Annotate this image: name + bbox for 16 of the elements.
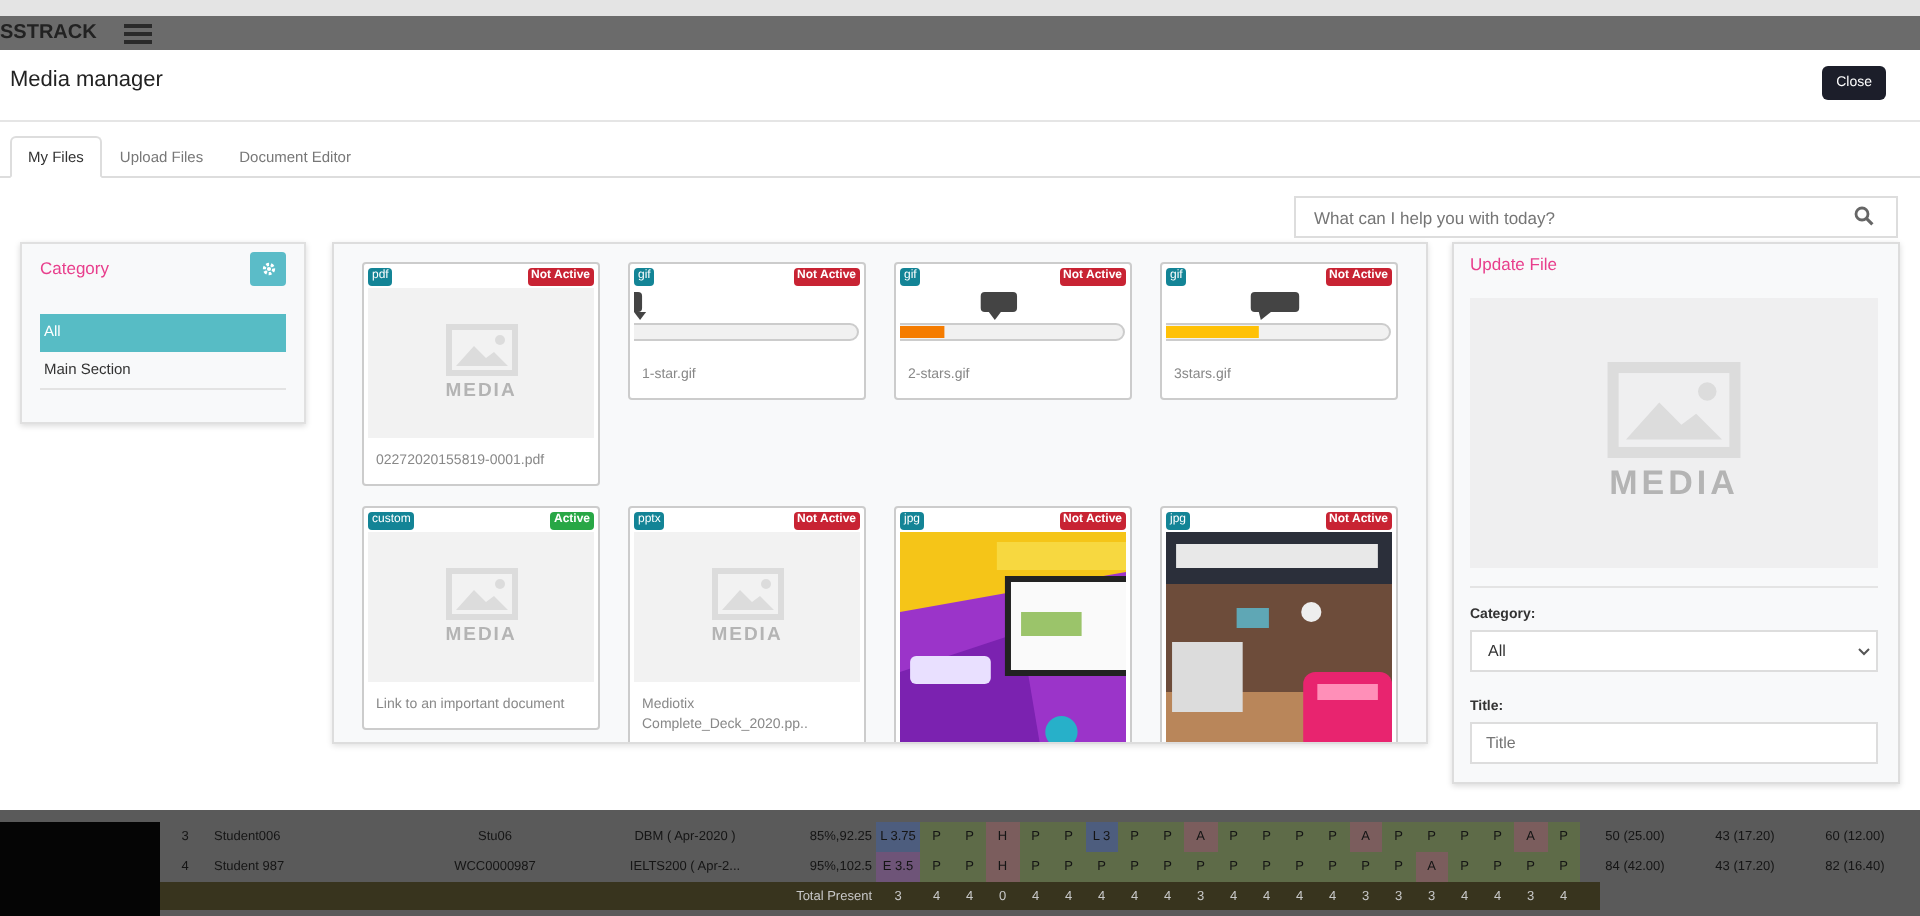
category-select[interactable]: All	[1470, 630, 1878, 672]
settings-button[interactable]	[250, 252, 286, 286]
logo: SSTRACK	[0, 20, 97, 48]
placeholder-label: MEDIA	[445, 624, 517, 646]
dialog-title: Media manager	[10, 68, 163, 92]
placeholder-label: MEDIA	[711, 624, 783, 646]
search-icon[interactable]	[1854, 206, 1874, 226]
panel-title: Category	[40, 256, 109, 278]
placeholder-label: MEDIA	[1609, 464, 1739, 504]
panel-title: Update File	[1470, 252, 1559, 274]
placeholder-label: MEDIA	[445, 380, 517, 402]
chevron-icon	[1858, 647, 1870, 655]
menu-icon[interactable]	[124, 23, 153, 43]
search-field[interactable]: What can I help you with today?	[1294, 196, 1898, 238]
title-field[interactable]: Title	[1470, 722, 1878, 764]
settings-icon	[261, 262, 275, 276]
